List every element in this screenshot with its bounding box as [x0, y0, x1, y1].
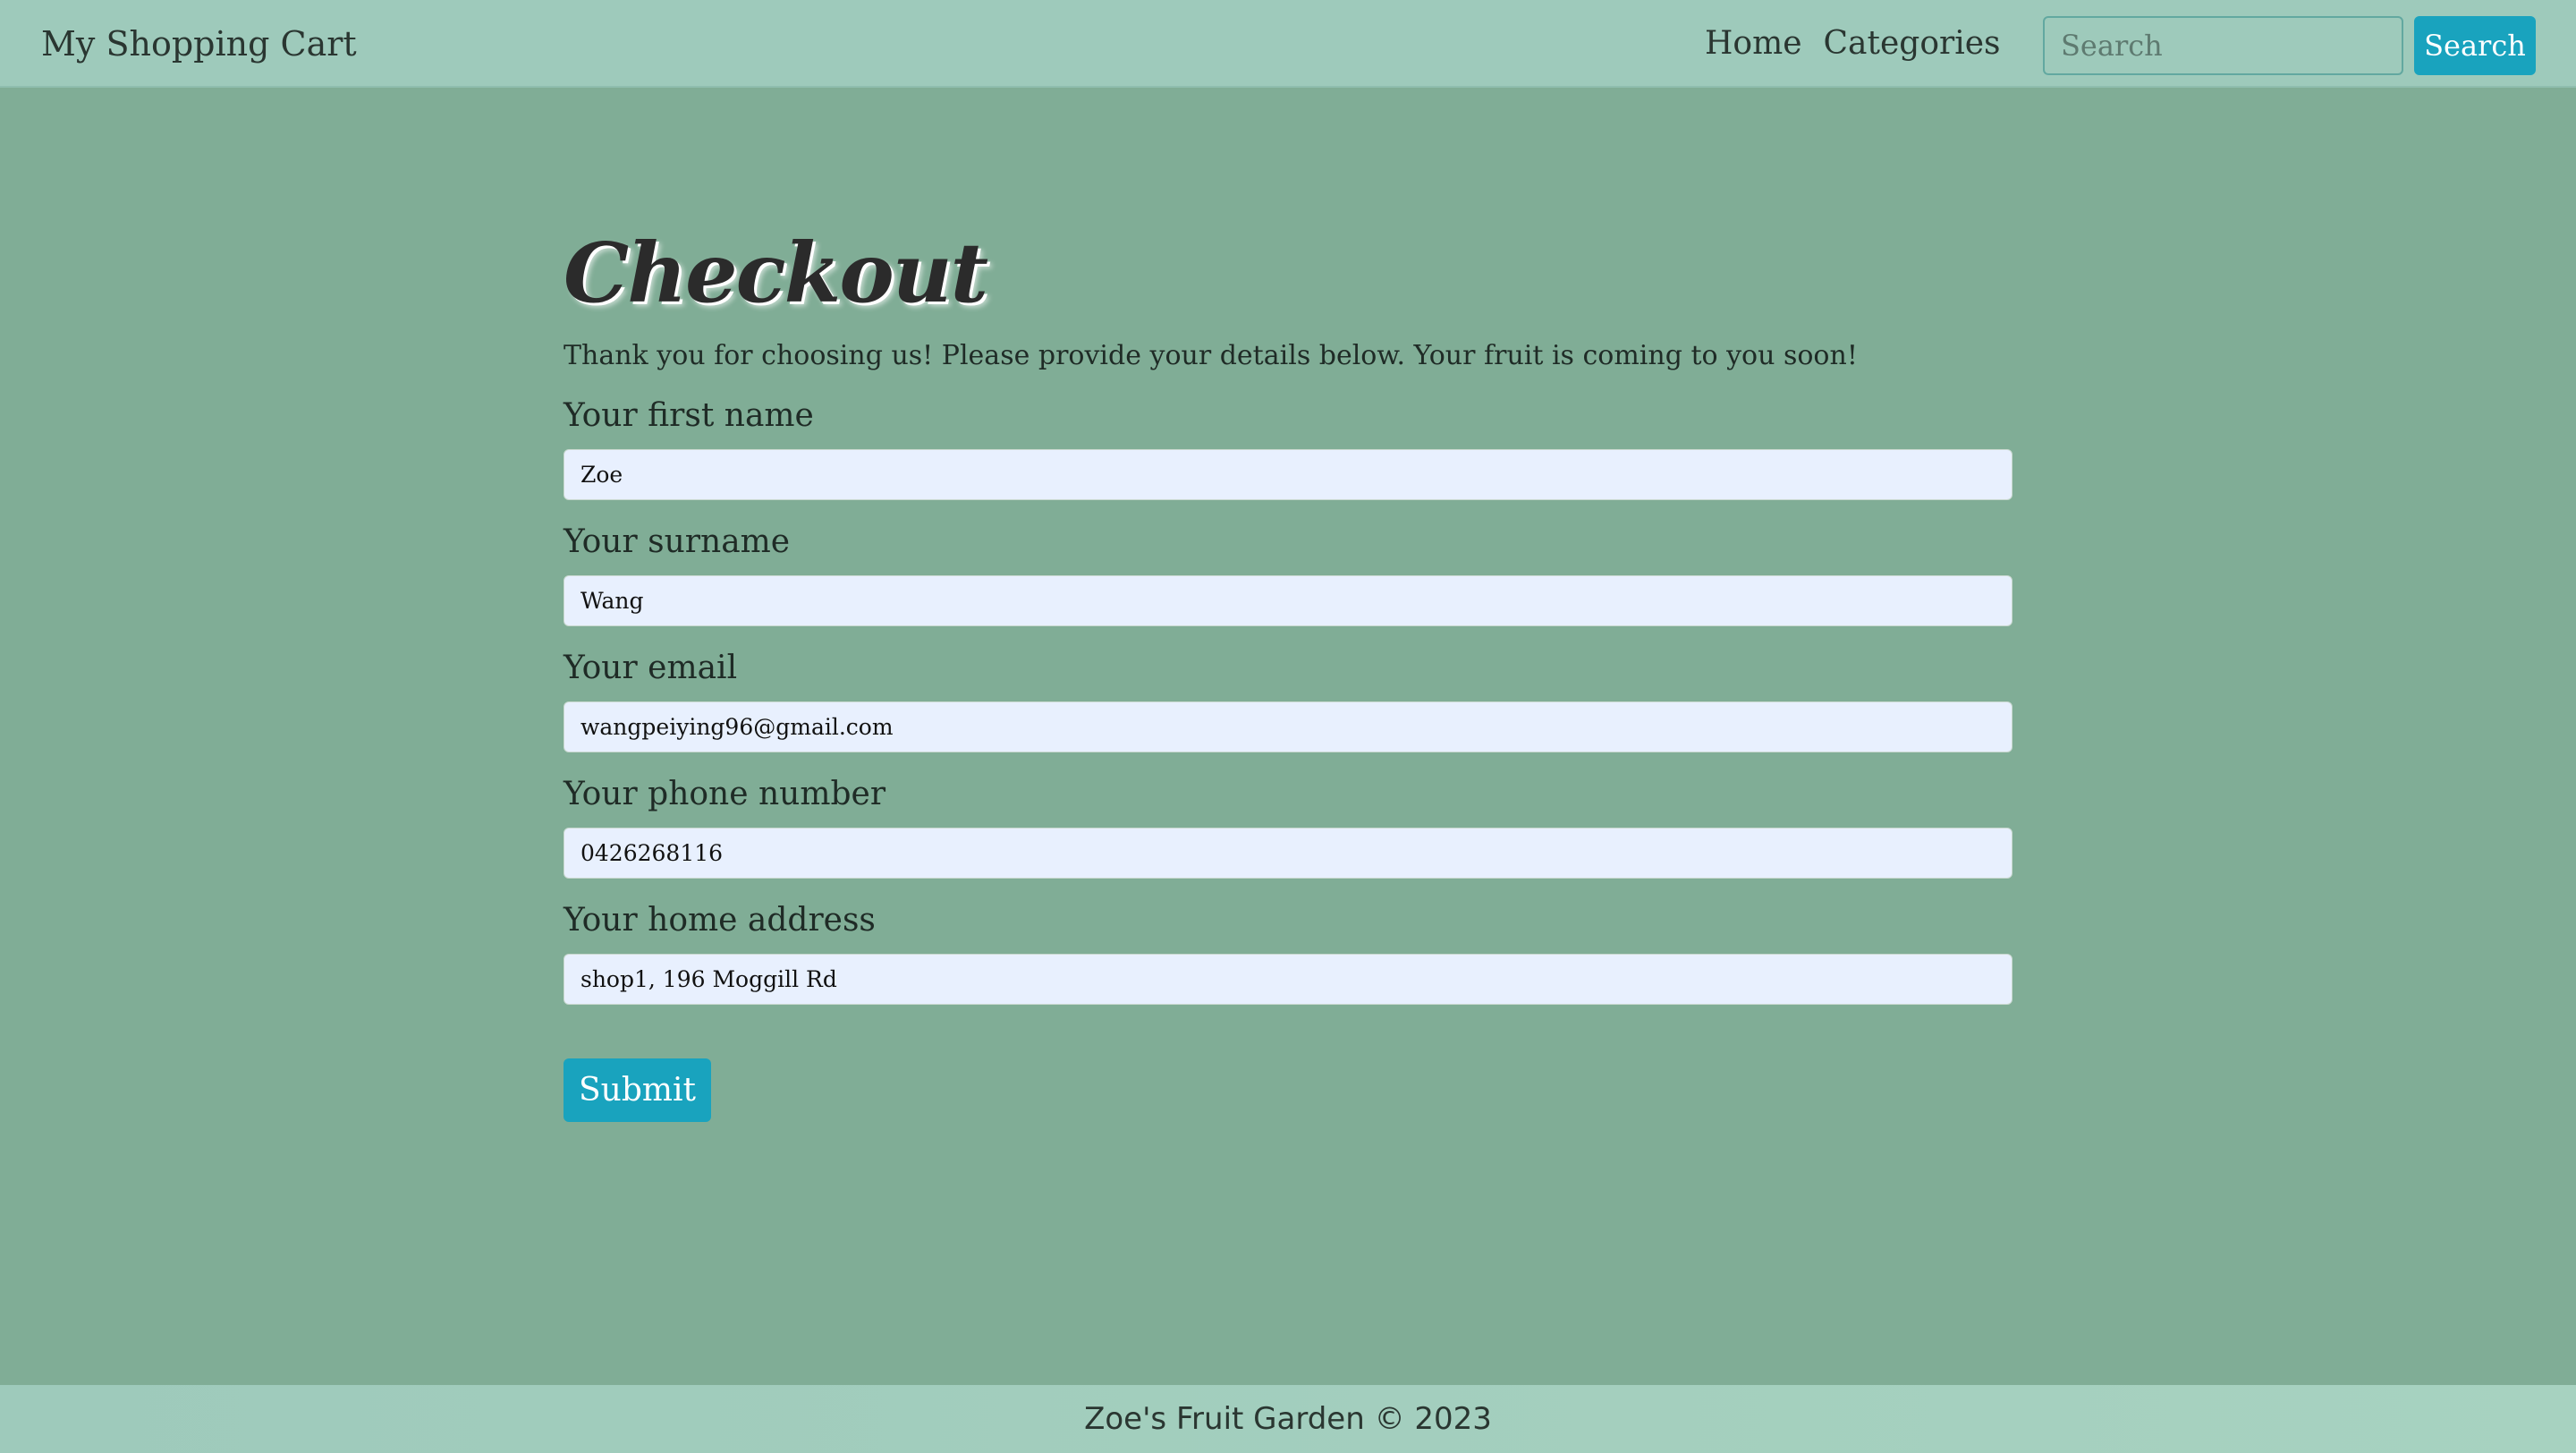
intro-text: Thank you for choosing us! Please provid… — [564, 340, 1858, 371]
email-field[interactable] — [564, 701, 2012, 752]
navbar: My Shopping Cart Home Categories Search — [0, 0, 2576, 88]
footer-text: Zoe's Fruit Garden © 2023 — [1084, 1401, 1492, 1437]
phone-label: Your phone number — [564, 776, 886, 812]
nav-links: Home Categories — [1705, 20, 2001, 68]
surname-label: Your surname — [564, 523, 791, 560]
first-name-label: Your first name — [564, 397, 814, 434]
brand-link[interactable]: My Shopping Cart — [41, 20, 357, 68]
first-name-field[interactable] — [564, 449, 2012, 500]
address-field[interactable] — [564, 954, 2012, 1005]
search-button[interactable]: Search — [2414, 16, 2536, 75]
submit-button[interactable]: Submit — [564, 1058, 711, 1122]
address-label: Your home address — [564, 902, 876, 939]
phone-field[interactable] — [564, 828, 2012, 879]
nav-link-home[interactable]: Home — [1705, 20, 1802, 68]
nav-link-categories[interactable]: Categories — [1824, 20, 2001, 68]
footer: Zoe's Fruit Garden © 2023 — [0, 1385, 2576, 1453]
search-input[interactable] — [2043, 16, 2403, 75]
page-title: Checkout — [564, 225, 988, 321]
surname-field[interactable] — [564, 575, 2012, 626]
email-label: Your email — [564, 650, 738, 686]
checkout-form: Checkout Thank you for choosing us! Plea… — [564, 215, 2012, 1122]
